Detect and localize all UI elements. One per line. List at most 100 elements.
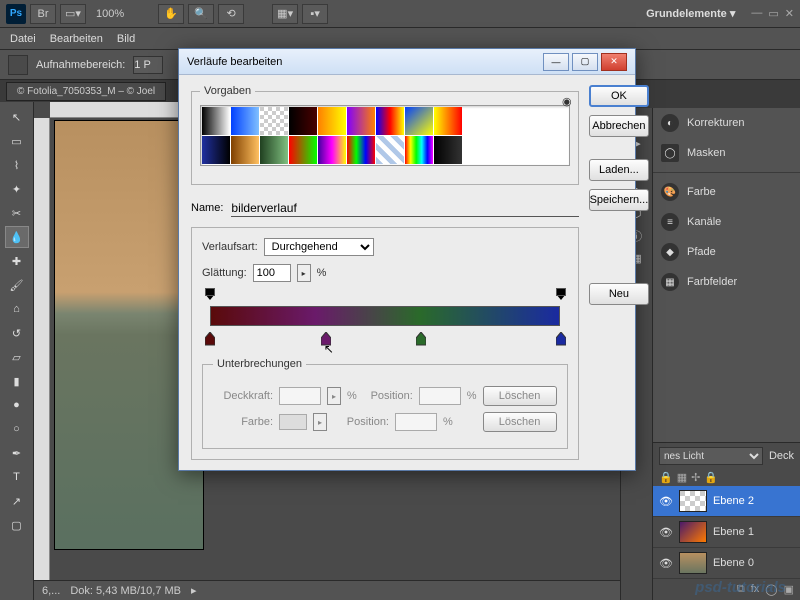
shape-tool[interactable]: ▢ xyxy=(5,514,29,536)
panel-color[interactable]: 🎨Farbe xyxy=(653,177,800,207)
minimize-icon[interactable]: — xyxy=(751,7,762,20)
dialog-titlebar[interactable]: Verläufe bearbeiten — ▢ ✕ xyxy=(179,49,635,75)
preset-swatch[interactable] xyxy=(318,107,346,135)
preset-swatch[interactable] xyxy=(405,136,433,164)
visibility-icon[interactable]: 👁 xyxy=(659,526,673,539)
lock-position-icon[interactable]: ✢ xyxy=(691,471,700,484)
menu-image[interactable]: Bild xyxy=(117,33,135,45)
eraser-tool[interactable]: ▱ xyxy=(5,346,29,368)
lock-icon[interactable]: 🔒 xyxy=(659,471,673,484)
panel-paths[interactable]: ◆Pfade xyxy=(653,237,800,267)
status-doc-size[interactable]: Dok: 5,43 MB/10,7 MB xyxy=(70,585,181,597)
load-button[interactable]: Laden... xyxy=(589,159,650,181)
close-icon[interactable]: ✕ xyxy=(785,7,794,20)
preset-swatch[interactable] xyxy=(202,107,230,135)
cancel-button[interactable]: Abbrechen xyxy=(589,115,650,137)
lasso-tool[interactable]: ⌇ xyxy=(5,154,29,176)
dodge-tool[interactable]: ○ xyxy=(5,418,29,440)
panel-swatches[interactable]: ▦Farbfelder xyxy=(653,267,800,297)
preset-swatch[interactable] xyxy=(376,136,404,164)
layer-row[interactable]: 👁Ebene 0 xyxy=(653,548,800,579)
bridge-button[interactable]: Br xyxy=(30,4,56,24)
new-button[interactable]: Neu xyxy=(589,283,650,305)
preset-swatch[interactable] xyxy=(289,136,317,164)
blur-tool[interactable]: ● xyxy=(5,394,29,416)
zoom-level[interactable]: 100% xyxy=(90,8,130,20)
layer-thumbnail[interactable] xyxy=(679,521,707,543)
ok-button[interactable]: OK xyxy=(589,85,650,107)
color-stop[interactable] xyxy=(205,332,215,344)
status-zoom[interactable]: 6,... xyxy=(42,585,60,597)
gradient-preview-bar[interactable] xyxy=(210,306,560,326)
dialog-minimize-button[interactable]: — xyxy=(543,53,569,71)
layer-row[interactable]: 👁Ebene 2 xyxy=(653,486,800,517)
menu-file[interactable]: Datei xyxy=(10,33,36,45)
stamp-tool[interactable]: ⌂ xyxy=(5,298,29,320)
blend-mode-select[interactable]: nes Licht xyxy=(659,447,763,465)
preset-swatch[interactable] xyxy=(434,136,462,164)
dialog-close-button[interactable]: ✕ xyxy=(601,53,627,71)
preset-swatch[interactable] xyxy=(434,107,462,135)
lock-all-icon[interactable]: 🔒 xyxy=(704,471,718,484)
maximize-icon[interactable]: ▭ xyxy=(768,7,778,20)
extras-button[interactable]: ▪▾ xyxy=(302,4,328,24)
gradient-name-input[interactable] xyxy=(231,199,578,217)
path-tool[interactable]: ↗ xyxy=(5,490,29,512)
layer-thumbnail[interactable] xyxy=(679,490,707,512)
wand-tool[interactable]: ✦ xyxy=(5,178,29,200)
eyedropper-tool[interactable]: 💧 xyxy=(5,226,29,248)
preset-swatch[interactable] xyxy=(405,107,433,135)
screen-mode-button[interactable]: ▭▾ xyxy=(60,4,86,24)
preset-swatch[interactable] xyxy=(260,107,288,135)
document-tab[interactable]: © Fotolia_7050353_M – © Joel xyxy=(6,82,166,101)
color-stop[interactable] xyxy=(556,332,566,344)
preset-swatch[interactable] xyxy=(289,107,317,135)
status-arrow-icon[interactable]: ▸ xyxy=(191,584,197,597)
color-stop[interactable] xyxy=(416,332,426,344)
preset-swatch[interactable] xyxy=(376,107,404,135)
layer-thumbnail[interactable] xyxy=(679,552,707,574)
opacity-stop[interactable] xyxy=(205,294,215,306)
sample-size-input[interactable] xyxy=(133,56,163,74)
menu-edit[interactable]: Bearbeiten xyxy=(50,33,103,45)
preset-swatch[interactable] xyxy=(347,107,375,135)
preset-swatch[interactable] xyxy=(202,136,230,164)
marquee-tool[interactable]: ▭ xyxy=(5,130,29,152)
visibility-icon[interactable]: 👁 xyxy=(659,557,673,570)
layer-row[interactable]: 👁Ebene 1 xyxy=(653,517,800,548)
lock-pixels-icon[interactable]: ▦ xyxy=(677,471,687,484)
gradient-type-select[interactable]: Durchgehend xyxy=(264,238,374,256)
type-tool[interactable]: T xyxy=(5,466,29,488)
preset-swatch[interactable] xyxy=(318,136,346,164)
visibility-icon[interactable]: 👁 xyxy=(659,495,673,508)
panel-corrections[interactable]: ◐Korrekturen xyxy=(653,108,800,138)
heal-tool[interactable]: ✚ xyxy=(5,250,29,272)
workspace-switcher[interactable]: Grundelemente ▾ xyxy=(646,7,735,20)
color-stop[interactable] xyxy=(321,332,331,344)
smoothness-input[interactable] xyxy=(253,264,291,282)
preset-swatch[interactable] xyxy=(347,136,375,164)
preset-swatch[interactable] xyxy=(260,136,288,164)
save-button[interactable]: Speichern... xyxy=(589,189,650,211)
gradient-bar-editor[interactable]: ↖ xyxy=(202,296,568,340)
current-tool-icon[interactable] xyxy=(8,55,28,75)
presets-menu-icon[interactable]: ◉ xyxy=(562,95,572,108)
move-tool[interactable]: ↖ xyxy=(5,106,29,128)
panel-channels[interactable]: ≡Kanäle xyxy=(653,207,800,237)
brush-tool[interactable]: 🖌 xyxy=(5,274,29,296)
hand-tool-button[interactable]: ✋ xyxy=(158,4,184,24)
crop-tool[interactable]: ✂ xyxy=(5,202,29,224)
opacity-stop[interactable] xyxy=(556,294,566,306)
pen-tool[interactable]: ✒ xyxy=(5,442,29,464)
history-brush-tool[interactable]: ↺ xyxy=(5,322,29,344)
smoothness-dropdown-icon[interactable]: ▸ xyxy=(297,264,311,282)
preset-swatch[interactable] xyxy=(231,107,259,135)
arrange-button[interactable]: ▦▾ xyxy=(272,4,298,24)
panel-masks[interactable]: ◯Masken xyxy=(653,138,800,168)
rotate-button[interactable]: ⟲ xyxy=(218,4,244,24)
dialog-maximize-button[interactable]: ▢ xyxy=(572,53,598,71)
ruler-vertical[interactable] xyxy=(34,118,50,580)
preset-swatch[interactable] xyxy=(231,136,259,164)
zoom-tool-button[interactable]: 🔍 xyxy=(188,4,214,24)
gradient-tool[interactable]: ▮ xyxy=(5,370,29,392)
